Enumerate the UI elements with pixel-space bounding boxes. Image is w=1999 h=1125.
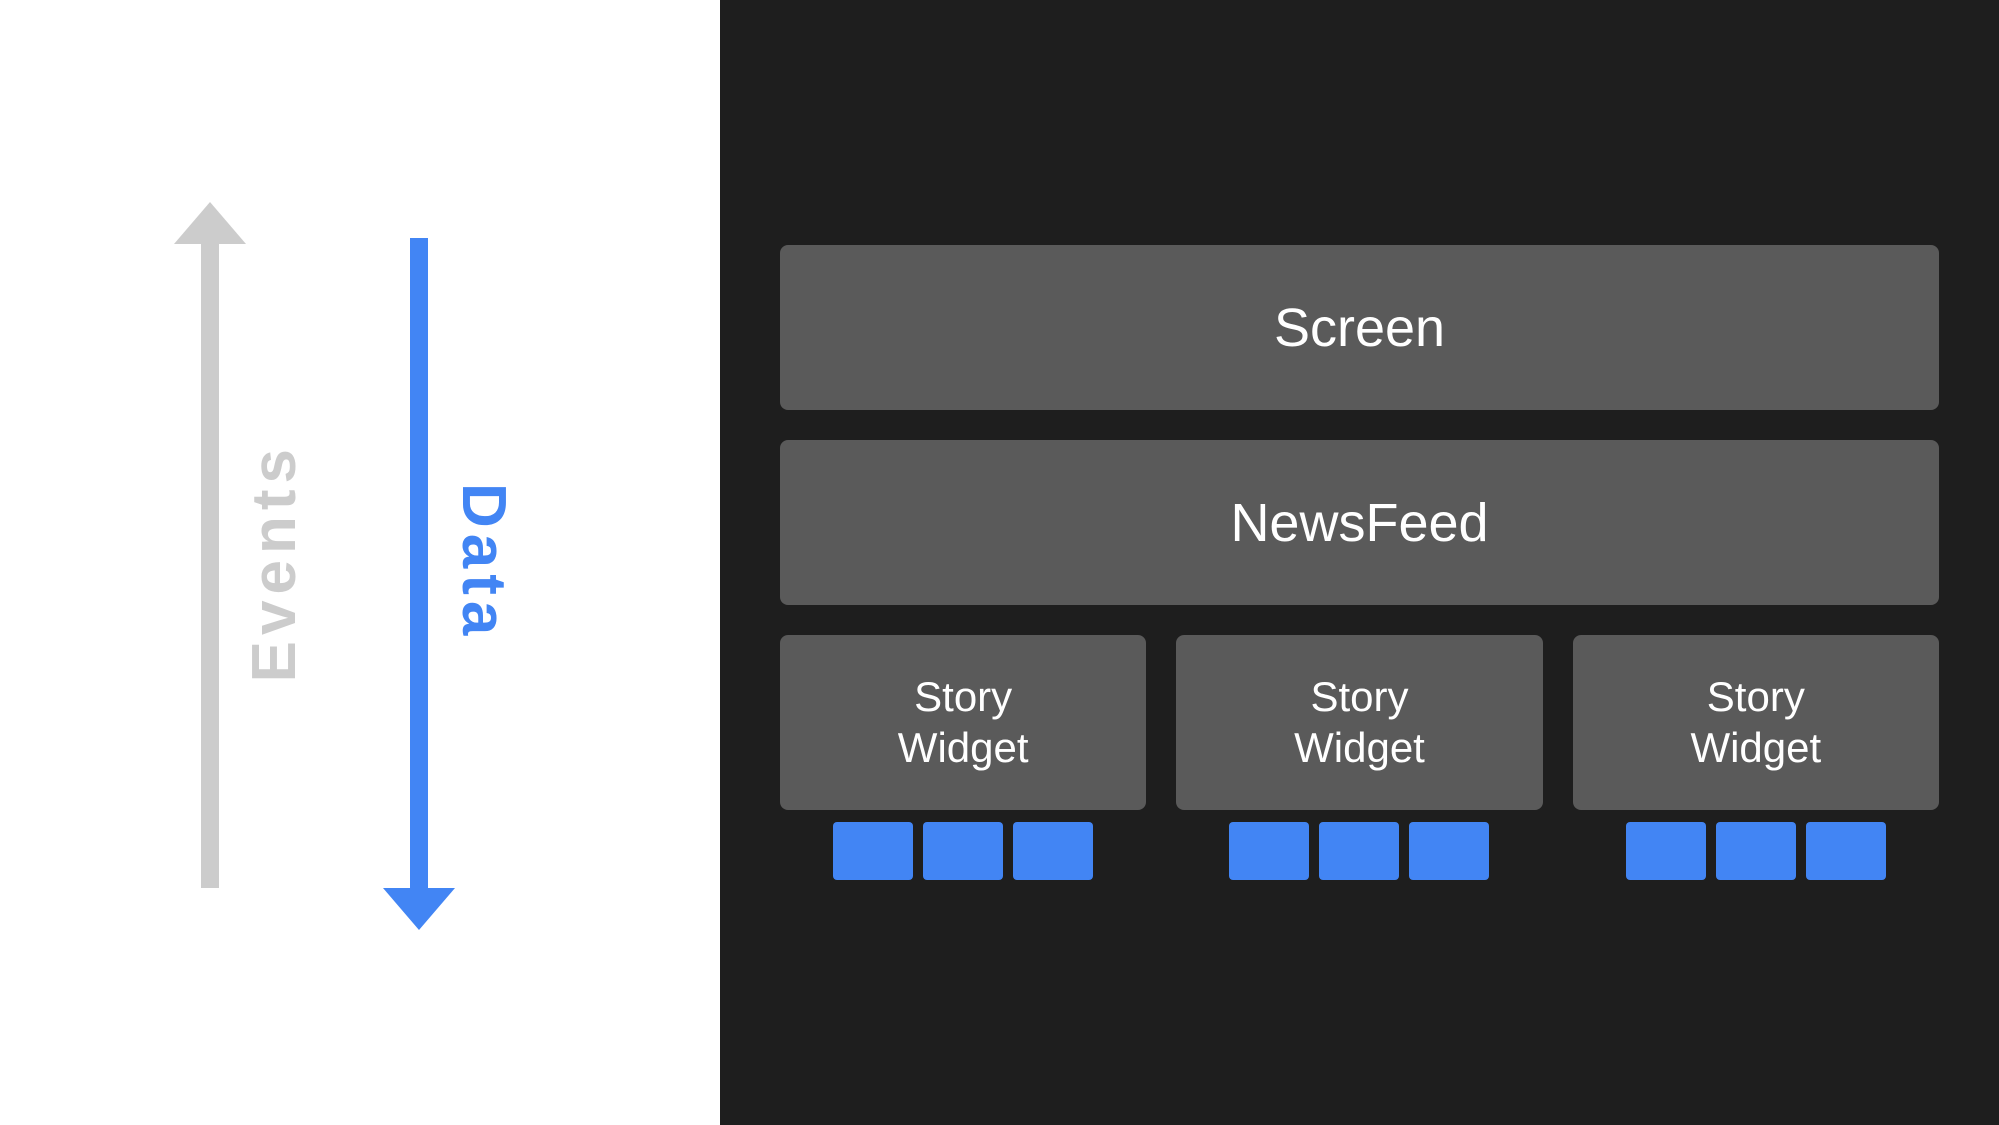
events-column: Events [201,223,310,903]
blue-square-1-2 [923,822,1003,880]
blue-square-3-3 [1806,822,1886,880]
events-label: Events [239,443,310,682]
blue-square-1-3 [1013,822,1093,880]
story-widget-box-1: StoryWidget [780,635,1146,810]
story-widget-box-2: StoryWidget [1176,635,1542,810]
blue-squares-3 [1573,822,1939,880]
newsfeed-box: NewsFeed [780,440,1939,605]
left-panel: Events Data [0,0,720,1125]
story-widget-label-2: StoryWidget [1294,672,1425,773]
blue-square-2-2 [1319,822,1399,880]
blue-square-3-2 [1716,822,1796,880]
story-widget-group-3: StoryWidget [1573,635,1939,880]
events-arrow-up [201,238,219,888]
story-widget-box-3: StoryWidget [1573,635,1939,810]
screen-box: Screen [780,245,1939,410]
blue-squares-2 [1176,822,1542,880]
right-panel: Screen NewsFeed StoryWidget StoryWidget [720,0,1999,1125]
data-column: Data [410,223,519,903]
story-widget-label-3: StoryWidget [1690,672,1821,773]
story-widgets-row: StoryWidget StoryWidget StoryWidget [780,635,1939,880]
arrows-area: Events Data [201,223,519,903]
blue-square-2-3 [1409,822,1489,880]
blue-square-3-1 [1626,822,1706,880]
blue-squares-1 [780,822,1146,880]
blue-square-1-1 [833,822,913,880]
story-widget-group-2: StoryWidget [1176,635,1542,880]
data-arrow-down [410,238,428,888]
blue-square-2-1 [1229,822,1309,880]
story-widget-label-1: StoryWidget [898,672,1029,773]
screen-label: Screen [1274,297,1445,359]
story-widget-group-1: StoryWidget [780,635,1146,880]
data-label: Data [448,483,519,641]
newsfeed-label: NewsFeed [1230,492,1488,554]
